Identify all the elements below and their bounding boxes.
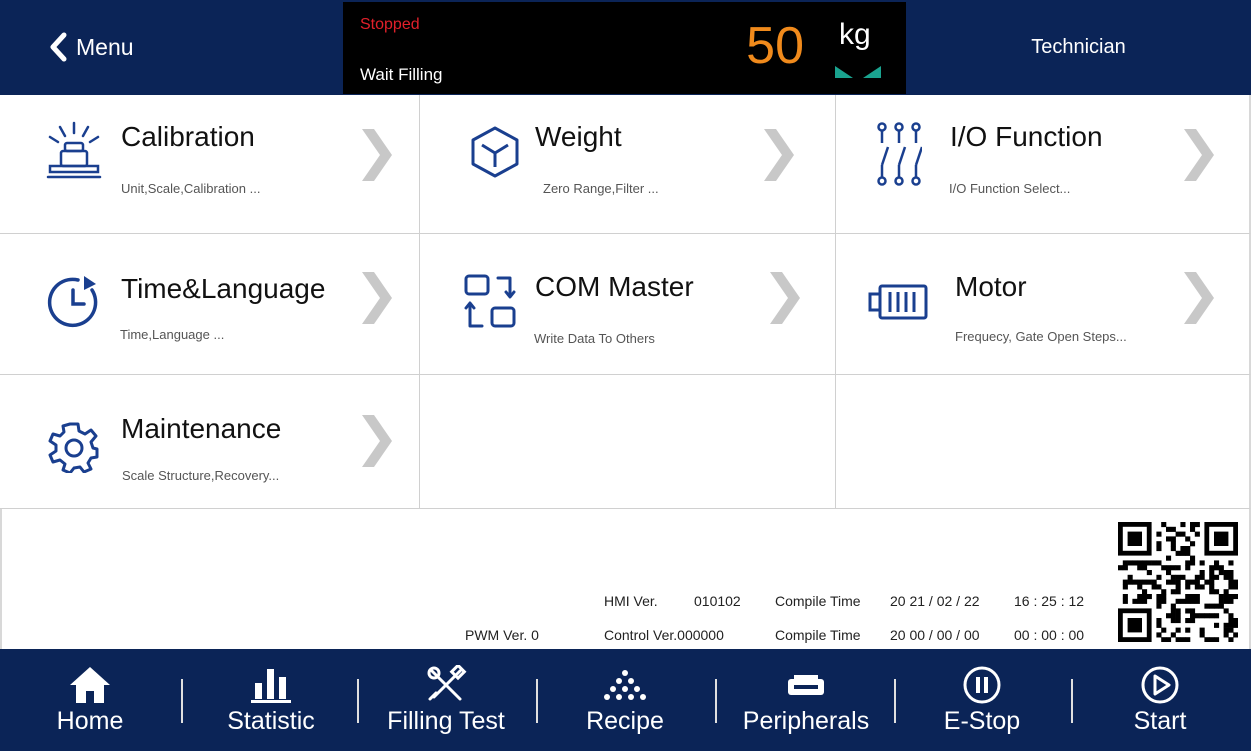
tile-com-master[interactable]: COM Master Write Data To Others [420, 234, 836, 375]
tile-description: Time,Language ... [120, 327, 225, 342]
bottom-nav: Home Statistic Filling Test Recipe Perip… [0, 649, 1251, 751]
tile-time-language[interactable]: Time&Language Time,Language ... [0, 234, 420, 375]
run-status: Stopped [360, 16, 420, 33]
pwm-version: PWM Ver. 0 [465, 627, 539, 643]
tile-title: Time&Language [121, 273, 326, 304]
tile-title: I/O Function [950, 121, 1103, 152]
tile-description: Frequecy, Gate Open Steps... [955, 329, 1127, 344]
nav-start[interactable]: Start [1090, 649, 1230, 751]
data-transfer-icon [464, 274, 516, 328]
tile-title: COM Master [535, 271, 694, 302]
weight-unit: kg [839, 18, 871, 51]
tile-description: I/O Function Select... [949, 181, 1071, 196]
nav-label: Peripherals [742, 707, 870, 735]
nav-divider [181, 679, 183, 723]
gear-icon [48, 422, 99, 473]
header-bar: Menu Stopped Wait Filling 50 kg Technici… [0, 0, 1251, 95]
tile-description: Zero Range,Filter ... [543, 181, 659, 196]
hmi-version-value: 010102 [694, 593, 741, 609]
chevron-right-icon [1184, 272, 1214, 324]
nav-divider [536, 679, 538, 723]
chevron-right-icon [362, 415, 392, 467]
nav-divider [357, 679, 359, 723]
nav-statistic[interactable]: Statistic [200, 649, 342, 751]
nav-label: Home [56, 707, 124, 735]
nav-recipe[interactable]: Recipe [554, 649, 696, 751]
nav-label: Filling Test [387, 707, 505, 735]
control-version: Control Ver.000000 [604, 627, 724, 643]
compile-time-label: Compile Time [775, 593, 861, 609]
bar-chart-icon [251, 669, 291, 703]
chevron-right-icon [1184, 129, 1214, 181]
nav-label: Statistic [227, 707, 315, 735]
nav-label: E-Stop [943, 707, 1021, 735]
weight-display: 50 [746, 17, 804, 75]
chevron-right-icon [362, 129, 392, 181]
tile-motor[interactable]: Motor Frequecy, Gate Open Steps... [836, 234, 1251, 375]
tile-description: Write Data To Others [534, 331, 655, 346]
tile-weight[interactable]: Weight Zero Range,Filter ... [420, 95, 836, 234]
nav-label: Recipe [586, 707, 664, 735]
qr-code-icon [1118, 522, 1238, 642]
tile-title: Weight [535, 121, 622, 152]
tile-title: Motor [955, 271, 1027, 302]
control-compile-time: 00 : 00 : 00 [1014, 627, 1085, 643]
compile-time-label: Compile Time [775, 627, 861, 643]
printer-icon [788, 675, 824, 695]
nav-e-stop[interactable]: E-Stop [912, 649, 1052, 751]
menu-button[interactable]: Menu [48, 30, 134, 64]
nav-divider [1071, 679, 1073, 723]
process-status: Wait Filling [360, 65, 443, 84]
nav-peripherals[interactable]: Peripherals [730, 649, 882, 751]
tile-io-function[interactable]: I/O Function I/O Function Select... [836, 95, 1251, 234]
clock-icon [47, 276, 98, 328]
tile-empty [420, 375, 836, 509]
tile-maintenance[interactable]: Maintenance Scale Structure,Recovery... [0, 375, 420, 509]
tile-empty [836, 375, 1251, 509]
chevron-right-icon [764, 129, 794, 181]
pause-circle-icon [963, 666, 1001, 704]
play-circle-icon [1141, 666, 1179, 704]
cube-icon [471, 126, 519, 178]
settings-grid: Calibration Unit,Scale,Calibration ... W… [0, 95, 1251, 509]
hmi-compile-date: 20 21 / 02 / 22 [890, 593, 980, 609]
chevron-left-icon [50, 32, 67, 62]
nav-divider [715, 679, 717, 723]
stable-indicator-icon [835, 66, 881, 78]
control-compile-date: 20 00 / 00 / 00 [890, 627, 980, 643]
tile-calibration[interactable]: Calibration Unit,Scale,Calibration ... [0, 95, 420, 234]
nav-label: Start [1133, 707, 1187, 735]
tile-title: Maintenance [121, 413, 282, 444]
tile-title: Calibration [121, 121, 255, 152]
chevron-right-icon [770, 272, 800, 324]
user-role[interactable]: Technician [906, 0, 1251, 95]
hmi-version-label: HMI Ver. [604, 593, 658, 609]
motor-icon [868, 284, 928, 320]
io-switch-icon [877, 122, 922, 186]
nav-divider [894, 679, 896, 723]
chevron-right-icon [362, 272, 392, 324]
tile-description: Unit,Scale,Calibration ... [121, 181, 261, 196]
recipe-dots-icon [604, 670, 646, 700]
nav-home[interactable]: Home [20, 649, 160, 751]
tile-description: Scale Structure,Recovery... [122, 468, 280, 483]
home-icon [70, 667, 110, 703]
version-info: HMI Ver. 010102 Compile Time 20 21 / 02 … [0, 509, 1251, 649]
menu-label: Menu [76, 33, 134, 60]
tools-icon [427, 665, 467, 701]
hmi-compile-time: 16 : 25 : 12 [1014, 593, 1085, 609]
scale-calibration-icon [46, 121, 102, 179]
status-panel: Stopped Wait Filling 50 kg [343, 2, 906, 94]
nav-filling-test[interactable]: Filling Test [372, 649, 520, 751]
